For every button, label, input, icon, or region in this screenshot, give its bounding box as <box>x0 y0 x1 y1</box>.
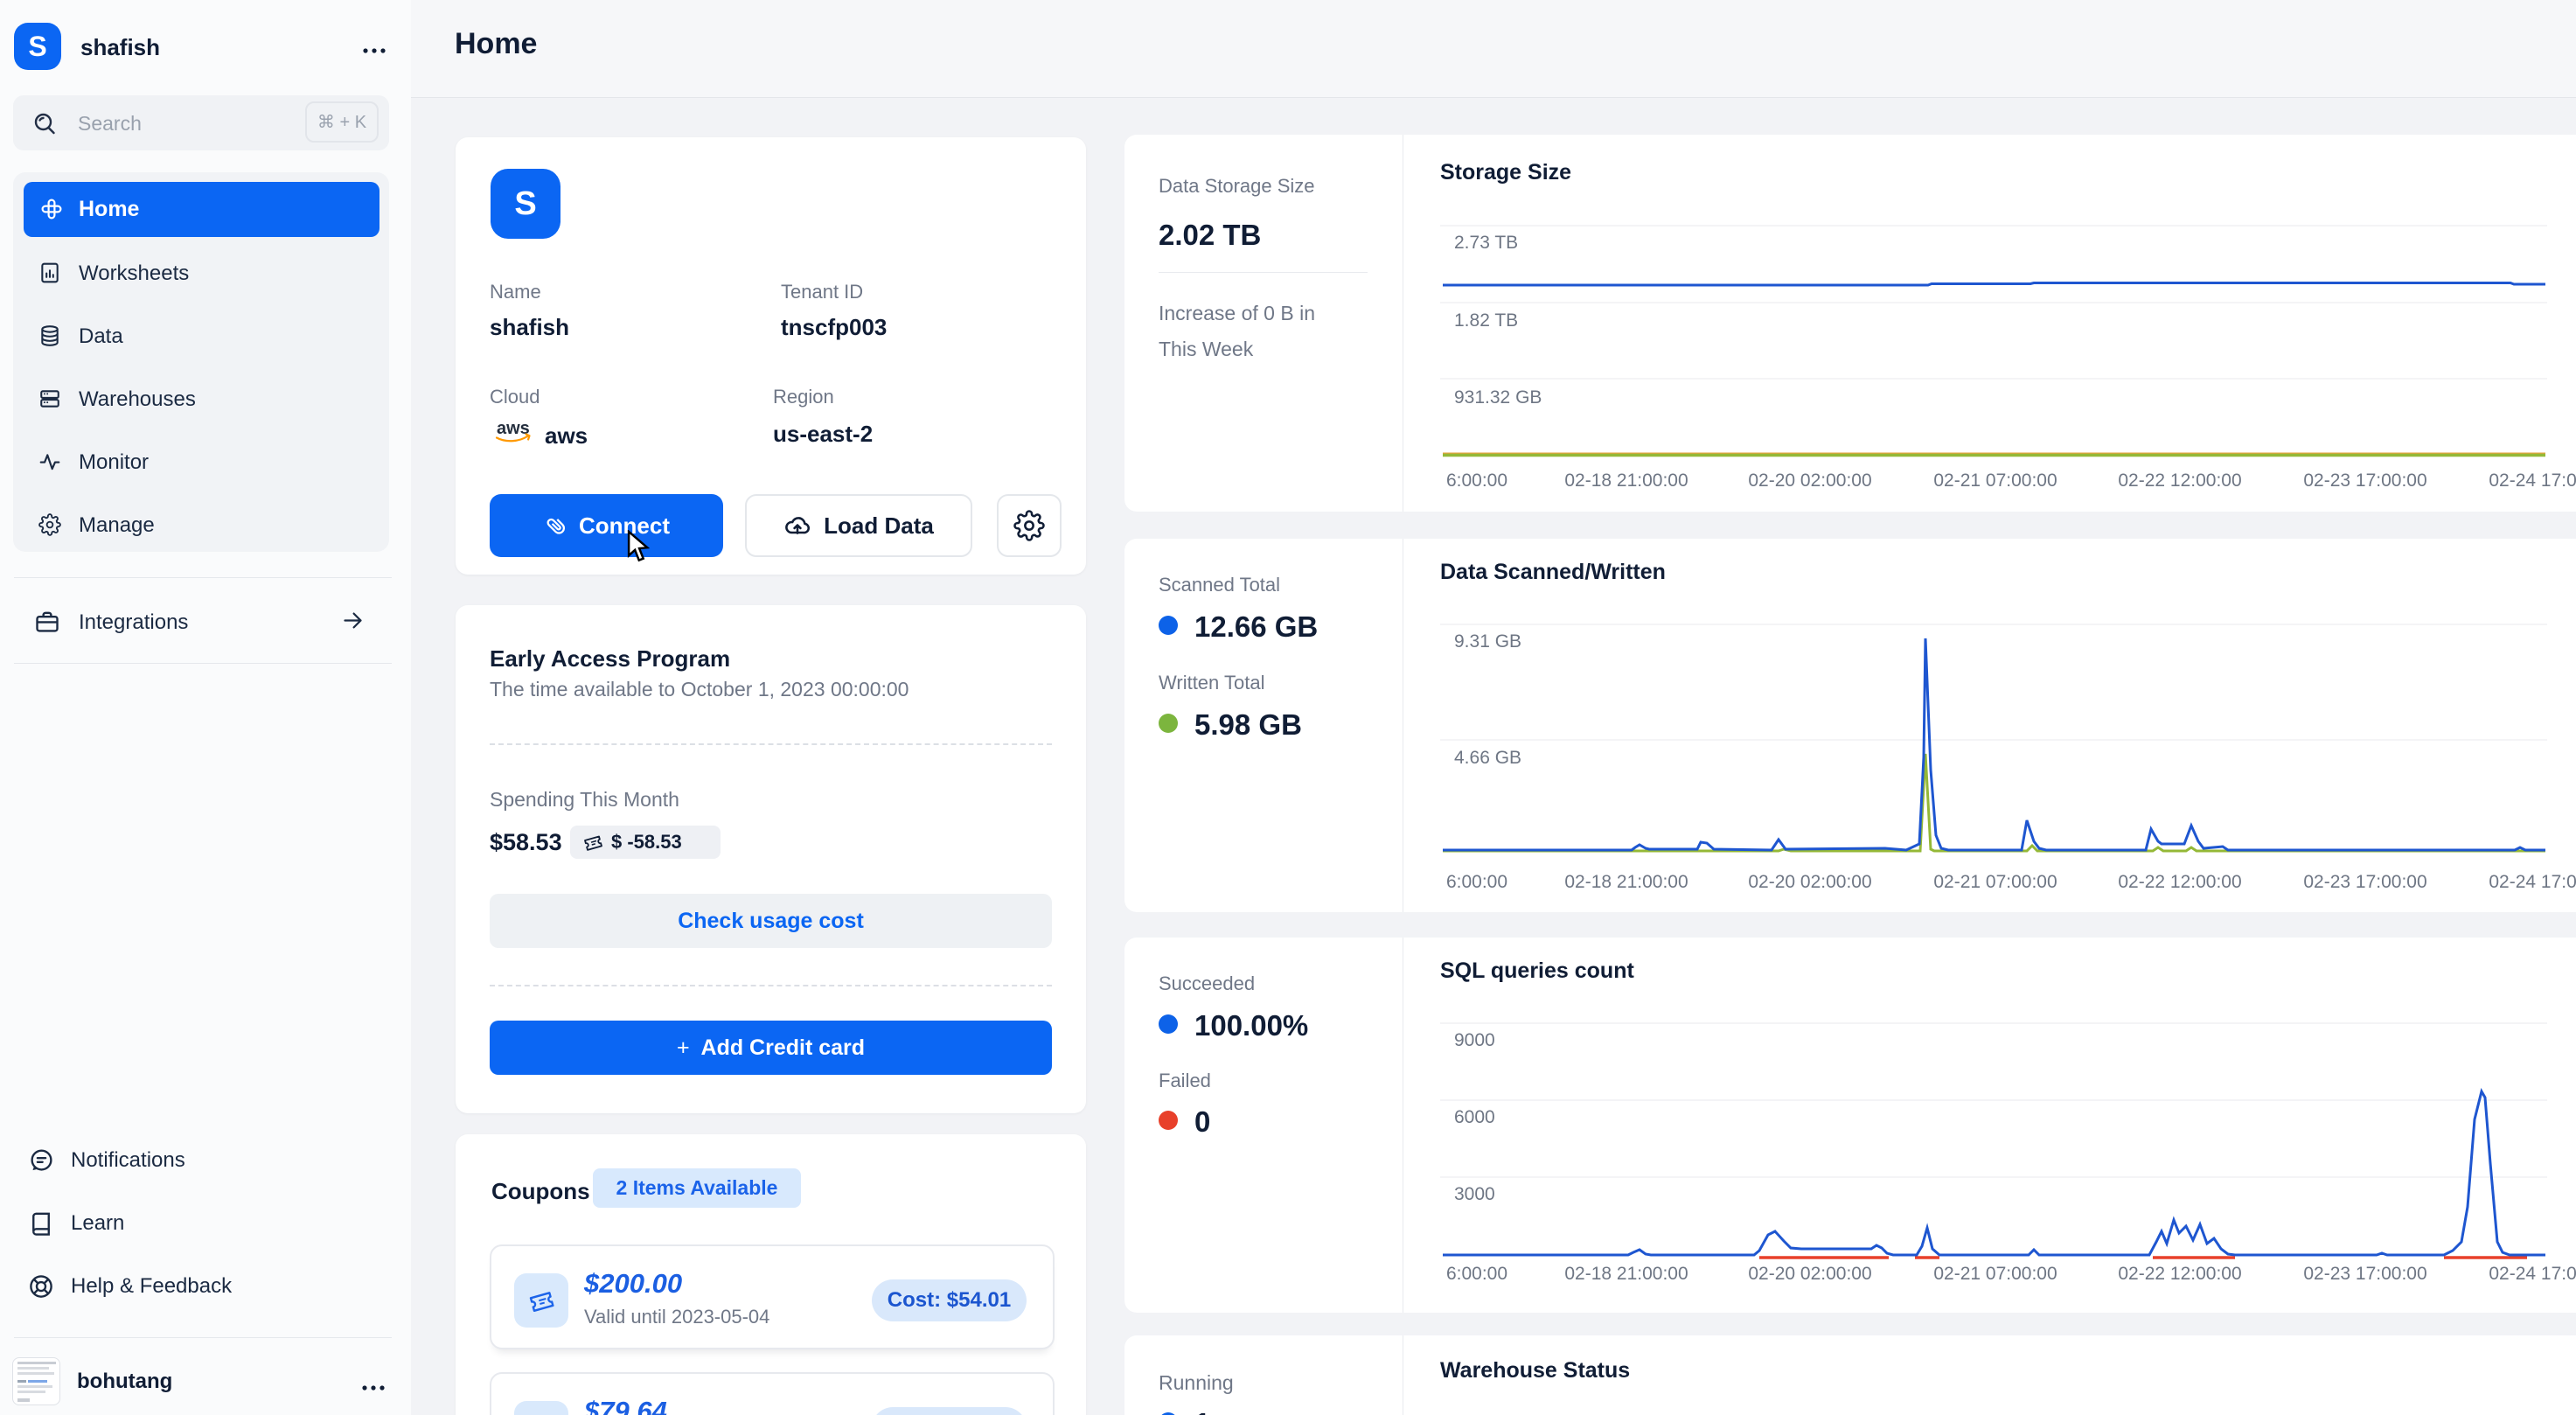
svg-text:02-24 17:00:00: 02-24 17:00:00 <box>2489 471 2576 491</box>
svg-text:02-22 12:00:00: 02-22 12:00:00 <box>2118 1264 2241 1284</box>
svg-text:6:00:00: 6:00:00 <box>1446 872 1507 892</box>
svg-text:02-24 17:00:00: 02-24 17:00:00 <box>2489 1264 2576 1284</box>
svg-text:02-18 21:00:00: 02-18 21:00:00 <box>1564 872 1688 892</box>
svg-text:2.73 TB: 2.73 TB <box>1454 233 1518 253</box>
svg-text:02-23 17:00:00: 02-23 17:00:00 <box>2303 471 2426 491</box>
svg-text:02-22 12:00:00: 02-22 12:00:00 <box>2118 471 2241 491</box>
svg-text:02-18 21:00:00: 02-18 21:00:00 <box>1564 1264 1688 1284</box>
svg-text:4.66 GB: 4.66 GB <box>1454 748 1521 768</box>
svg-text:02-20 02:00:00: 02-20 02:00:00 <box>1748 1264 1871 1284</box>
svg-text:02-23 17:00:00: 02-23 17:00:00 <box>2303 872 2426 892</box>
svg-text:931.32 GB: 931.32 GB <box>1454 387 1542 408</box>
svg-text:aws: aws <box>497 419 530 438</box>
svg-text:6:00:00: 6:00:00 <box>1446 471 1507 491</box>
svg-text:02-24 17:00:00: 02-24 17:00:00 <box>2489 872 2576 892</box>
svg-text:02-21 07:00:00: 02-21 07:00:00 <box>1933 872 2057 892</box>
svg-text:9000: 9000 <box>1454 1030 1495 1050</box>
svg-text:3000: 3000 <box>1454 1184 1495 1204</box>
svg-text:02-20 02:00:00: 02-20 02:00:00 <box>1748 872 1871 892</box>
svg-text:02-20 02:00:00: 02-20 02:00:00 <box>1748 471 1871 491</box>
svg-text:02-18 21:00:00: 02-18 21:00:00 <box>1564 471 1688 491</box>
svg-text:02-23 17:00:00: 02-23 17:00:00 <box>2303 1264 2426 1284</box>
svg-text:6000: 6000 <box>1454 1107 1495 1127</box>
svg-text:1.82 TB: 1.82 TB <box>1454 310 1518 331</box>
svg-text:9.31 GB: 9.31 GB <box>1454 631 1521 652</box>
svg-text:6:00:00: 6:00:00 <box>1446 1264 1507 1284</box>
svg-text:02-21 07:00:00: 02-21 07:00:00 <box>1933 1264 2057 1284</box>
svg-text:02-22 12:00:00: 02-22 12:00:00 <box>2118 872 2241 892</box>
svg-text:02-21 07:00:00: 02-21 07:00:00 <box>1933 471 2057 491</box>
